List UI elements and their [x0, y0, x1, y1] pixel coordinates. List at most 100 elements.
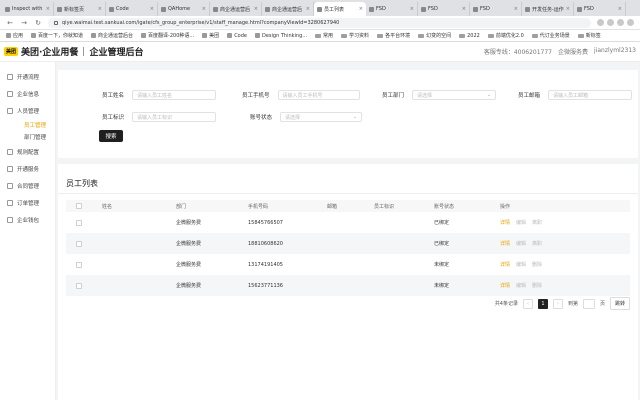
prev-page-button[interactable]: ‹ — [522, 298, 533, 309]
sidebar-item-wallet[interactable]: 企业钱包 — [0, 211, 55, 228]
search-button[interactable]: 搜索 — [99, 130, 123, 142]
delete-link[interactable]: 删除 — [532, 261, 542, 268]
close-icon[interactable]: × — [359, 6, 363, 12]
staff-name-input[interactable]: 请输入员工姓名 — [132, 90, 217, 100]
browser-tab[interactable]: FSD × — [470, 2, 522, 16]
close-icon[interactable]: × — [46, 6, 50, 12]
edit-link[interactable]: 编辑 — [516, 261, 526, 268]
bookmark-folder[interactable]: 代订业务场景 — [531, 32, 570, 39]
delete-link[interactable]: 删除 — [532, 282, 542, 289]
close-icon[interactable]: × — [514, 6, 518, 12]
detail-link[interactable]: 详情 — [500, 261, 510, 268]
dept-select[interactable]: 请选择 ⌄ — [412, 90, 497, 100]
tab-favicon-icon — [213, 6, 218, 12]
profile-avatar[interactable] — [627, 19, 634, 26]
user-menu[interactable]: jianzlyml2313 — [594, 47, 636, 56]
close-icon[interactable]: × — [254, 6, 258, 12]
goto-page-input[interactable] — [582, 298, 595, 309]
sidebar-item-contracts[interactable]: 合同管理 — [0, 177, 55, 194]
browser-tab[interactable]: QAHome × — [158, 2, 210, 16]
browser-tab[interactable]: Inspect with × — [2, 2, 54, 16]
reload-icon[interactable]: ↻ — [34, 19, 42, 27]
browser-tab[interactable]: 商企通运营后 × — [210, 2, 262, 16]
bookmark[interactable]: Design Thinking... — [255, 33, 307, 39]
detail-link[interactable]: 详情 — [500, 240, 510, 247]
extension-icon[interactable] — [617, 19, 624, 26]
close-icon[interactable]: × — [462, 6, 466, 12]
bookmark[interactable]: 应用 — [6, 32, 23, 39]
edit-link[interactable]: 编辑 — [516, 282, 526, 289]
filter-row: 员工姓名 请输入员工姓名 员工手机号 请输入员工手机号 员工部门 请选择 ⌄ 员工… — [102, 86, 638, 104]
close-icon[interactable]: × — [202, 6, 206, 12]
bookmark[interactable]: 百度一下，你就知道 — [31, 32, 83, 39]
edit-link[interactable]: 编辑 — [516, 240, 526, 247]
sidebar-item-services[interactable]: 开通服务 — [0, 160, 55, 177]
close-icon[interactable]: × — [618, 6, 622, 12]
close-icon[interactable]: × — [566, 6, 570, 12]
sidebar-item-people[interactable]: 人员管理 — [0, 102, 55, 119]
bookmark-folder[interactable]: 新标签 — [577, 32, 601, 39]
row-checkbox[interactable] — [76, 261, 82, 268]
status-select[interactable]: 请选择 ⌄ — [280, 112, 363, 122]
browser-tab[interactable]: 新标签页 × — [54, 2, 106, 16]
next-page-button[interactable]: › — [552, 298, 563, 309]
tab-label: 商企通运营后 — [272, 6, 303, 13]
sidebar-item-onboarding[interactable]: 开通流程 — [0, 68, 55, 85]
close-icon[interactable]: × — [410, 6, 414, 12]
forward-icon[interactable]: → — [20, 19, 28, 27]
back-icon[interactable]: ← — [6, 19, 14, 27]
row-actions: 详情 编辑 删除 — [500, 282, 560, 289]
bookmark[interactable]: Code — [227, 33, 247, 39]
close-icon[interactable]: × — [150, 6, 154, 12]
edit-link[interactable]: 编辑 — [516, 219, 526, 226]
total-count: 共4条记录 — [494, 301, 518, 307]
row-actions: 详情 编辑 离职 — [500, 219, 560, 226]
row-checkbox[interactable] — [76, 240, 82, 247]
staff-email-input[interactable]: 请输入员工邮箱 — [548, 90, 633, 100]
staff-phone-input[interactable]: 请输入员工手机号 — [277, 90, 360, 100]
row-checkbox[interactable] — [76, 219, 82, 226]
folder-icon — [531, 33, 538, 38]
browser-tab-active[interactable]: 员工列表 × — [314, 2, 366, 16]
browser-tab[interactable]: 商企通运营后 × — [262, 2, 314, 16]
bookmark[interactable]: 百度翻译-200种语... — [141, 32, 194, 39]
bookmark-folder[interactable]: 学习资料 — [341, 32, 369, 39]
bookmark-folder[interactable]: 常用 — [315, 32, 333, 39]
browser-tab[interactable]: 开发任务-运作 × — [522, 2, 574, 16]
bookmark-folder[interactable]: 2022 — [459, 33, 480, 39]
staff-id-input[interactable]: 请输入员工标识 — [132, 112, 217, 122]
bookmark-label: Design Thinking... — [262, 32, 308, 39]
close-icon[interactable]: × — [306, 6, 310, 12]
filter-dept: 员工部门 请选择 ⌄ — [382, 90, 518, 100]
detail-link[interactable]: 详情 — [500, 219, 510, 226]
resign-link[interactable]: 离职 — [532, 240, 542, 247]
close-icon[interactable]: × — [98, 6, 102, 12]
table-header: 姓名 部门 手机号码 邮箱 员工标识 账号状态 操作 — [66, 200, 630, 212]
browser-tab[interactable]: FSD × — [574, 2, 626, 16]
sidebar-item-rules[interactable]: 规则配置 — [0, 143, 55, 160]
select-all-checkbox[interactable] — [76, 203, 82, 209]
page-1-button[interactable]: 1 — [537, 298, 548, 309]
sidebar-item-staff[interactable]: 员工管理 — [0, 119, 55, 131]
detail-link[interactable]: 详情 — [500, 282, 510, 289]
bookmark-folder[interactable]: 前端优化2.0 — [487, 32, 524, 39]
browser-tab[interactable]: Code × — [106, 2, 158, 16]
browser-tab[interactable]: FSD × — [366, 2, 418, 16]
bookmark-icon — [91, 33, 97, 38]
lock-icon — [54, 20, 58, 25]
sidebar-item-company-info[interactable]: 企业信息 — [0, 85, 55, 102]
resign-link[interactable]: 离职 — [532, 219, 542, 226]
row-checkbox[interactable] — [76, 282, 82, 289]
browser-tab[interactable]: FSD × — [418, 2, 470, 16]
bookmark-folder[interactable]: 各平台环境 — [377, 32, 410, 39]
table-row: 企微服务费 15845766507 已绑定 详情 编辑 离职 — [66, 212, 630, 233]
extension-icon[interactable] — [597, 19, 604, 26]
bookmark[interactable]: 商企通运营后台 — [91, 32, 133, 39]
extension-icon[interactable] — [607, 19, 614, 26]
goto-button[interactable]: 跳转 — [609, 297, 630, 310]
bookmark-folder[interactable]: 幻变的空间 — [418, 32, 451, 39]
url-input[interactable]: qiye.waimai.test.sankuai.com/igate/cfs_g… — [48, 17, 591, 28]
sidebar-item-departments[interactable]: 部门管理 — [0, 131, 55, 143]
bookmark[interactable]: 美团 — [202, 32, 219, 39]
sidebar-item-orders[interactable]: 订单管理 — [0, 194, 55, 211]
